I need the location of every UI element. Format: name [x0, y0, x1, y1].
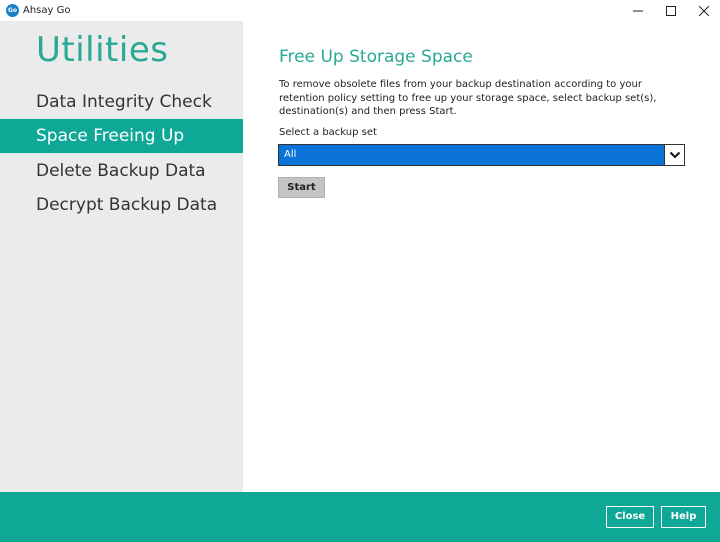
maximize-button[interactable]	[653, 0, 689, 21]
backup-set-label: Select a backup set	[279, 127, 377, 138]
sidebar-item-delete-backup-data[interactable]: Delete Backup Data	[0, 154, 243, 188]
chevron-down-icon	[669, 151, 680, 159]
start-button[interactable]: Start	[278, 177, 325, 198]
footer-bar: Close Help	[0, 492, 720, 542]
backup-set-selected-value: All	[284, 149, 297, 160]
sidebar-item-data-integrity-check[interactable]: Data Integrity Check	[0, 85, 243, 119]
ahsay-go-icon: Go	[6, 4, 19, 17]
maximize-icon	[666, 5, 676, 16]
backup-set-select[interactable]: All	[278, 144, 685, 166]
sidebar-item-decrypt-backup-data[interactable]: Decrypt Backup Data	[0, 188, 243, 222]
window-titlebar: Go Ahsay Go	[0, 0, 720, 21]
sidebar: Utilities Data Integrity Check Space Fre…	[0, 21, 243, 492]
window-close-button[interactable]	[686, 0, 720, 21]
minimize-button[interactable]	[620, 0, 656, 21]
page-title: Free Up Storage Space	[279, 47, 473, 67]
window-title: Ahsay Go	[23, 5, 71, 16]
dropdown-toggle[interactable]	[664, 145, 684, 165]
main-panel: Free Up Storage Space To remove obsolete…	[243, 21, 720, 492]
description-text: To remove obsolete files from your backu…	[279, 79, 657, 117]
minimize-icon	[633, 10, 643, 11]
close-icon	[699, 5, 709, 16]
help-button[interactable]: Help	[661, 506, 706, 528]
sidebar-title: Utilities	[36, 30, 169, 70]
close-button[interactable]: Close	[606, 506, 654, 528]
sidebar-item-space-freeing-up[interactable]: Space Freeing Up	[0, 119, 243, 153]
